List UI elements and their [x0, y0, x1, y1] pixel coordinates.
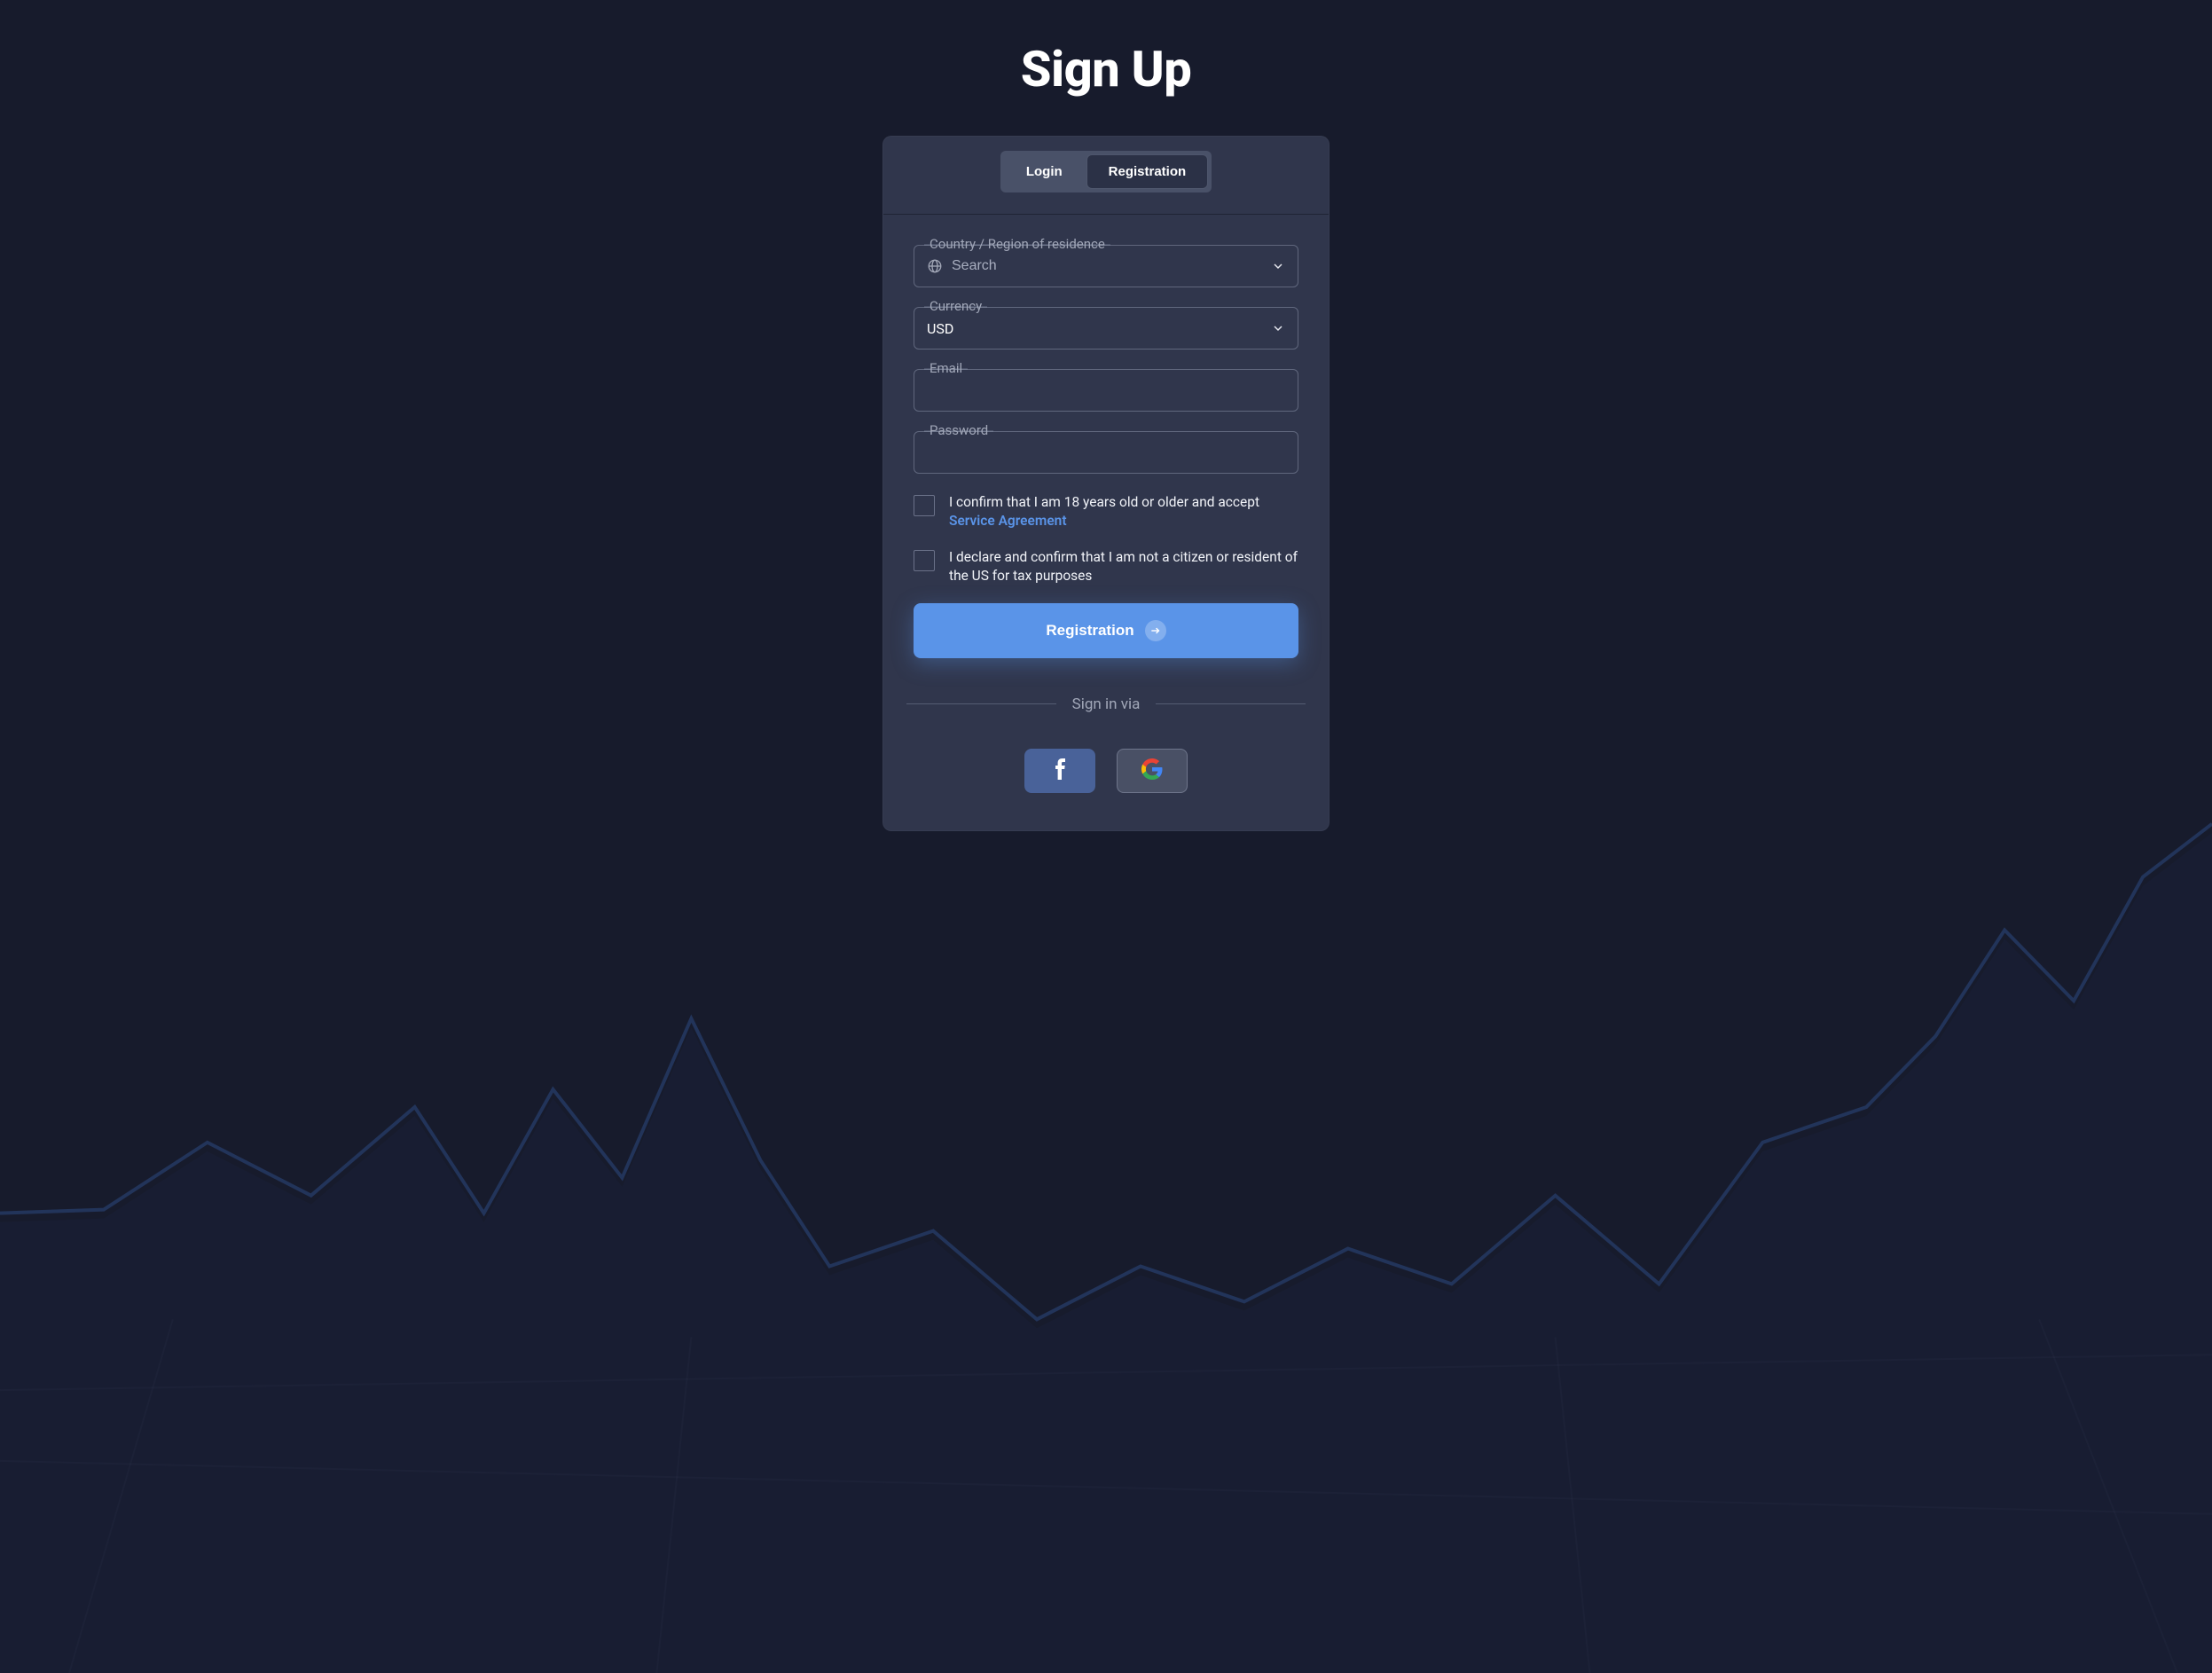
password-field: Password [914, 431, 1298, 474]
page-title: Sign Up [1021, 40, 1192, 98]
password-label: Password [924, 422, 993, 438]
email-input[interactable] [927, 382, 1285, 398]
agreement-checkbox[interactable] [914, 495, 935, 516]
agreement-text: I confirm that I am 18 years old or olde… [949, 493, 1298, 530]
email-field: Email [914, 369, 1298, 412]
divider-label: Sign in via [1072, 695, 1141, 713]
service-agreement-link[interactable]: Service Agreement [949, 513, 1067, 529]
signup-card: Login Registration Country / Region of r… [882, 136, 1330, 831]
chevron-down-icon [1271, 321, 1285, 335]
us-declaration-row: I declare and confirm that I am not a ci… [914, 548, 1298, 585]
google-icon [1141, 758, 1163, 782]
google-signin-button[interactable] [1117, 749, 1188, 793]
password-input[interactable] [927, 444, 1285, 460]
facebook-signin-button[interactable] [1024, 749, 1095, 793]
registration-submit-button[interactable]: Registration [914, 603, 1298, 658]
divider-line-left [906, 703, 1056, 704]
currency-value: USD [927, 320, 953, 337]
us-declaration-checkbox[interactable] [914, 550, 935, 571]
email-label: Email [924, 360, 968, 376]
currency-field: Currency USD [914, 307, 1298, 350]
divider-line-right [1156, 703, 1306, 704]
globe-icon [927, 258, 943, 274]
country-search-input[interactable] [952, 258, 1271, 274]
submit-label: Registration [1046, 622, 1133, 640]
chevron-down-icon [1271, 259, 1285, 273]
currency-label: Currency [924, 298, 987, 314]
arrow-right-icon [1145, 620, 1166, 641]
social-divider: Sign in via [906, 695, 1306, 713]
agreement-prefix: I confirm that I am 18 years old or olde… [949, 494, 1259, 510]
tab-login[interactable]: Login [1005, 155, 1084, 188]
tab-registration[interactable]: Registration [1087, 155, 1208, 188]
agreement-row: I confirm that I am 18 years old or olde… [914, 493, 1298, 530]
facebook-icon [1054, 758, 1066, 782]
auth-tabs: Login Registration [1000, 151, 1212, 192]
us-declaration-text: I declare and confirm that I am not a ci… [949, 548, 1298, 585]
background-chart-decoration [0, 753, 2212, 1673]
country-label: Country / Region of residence [924, 236, 1110, 252]
country-field: Country / Region of residence [914, 245, 1298, 287]
